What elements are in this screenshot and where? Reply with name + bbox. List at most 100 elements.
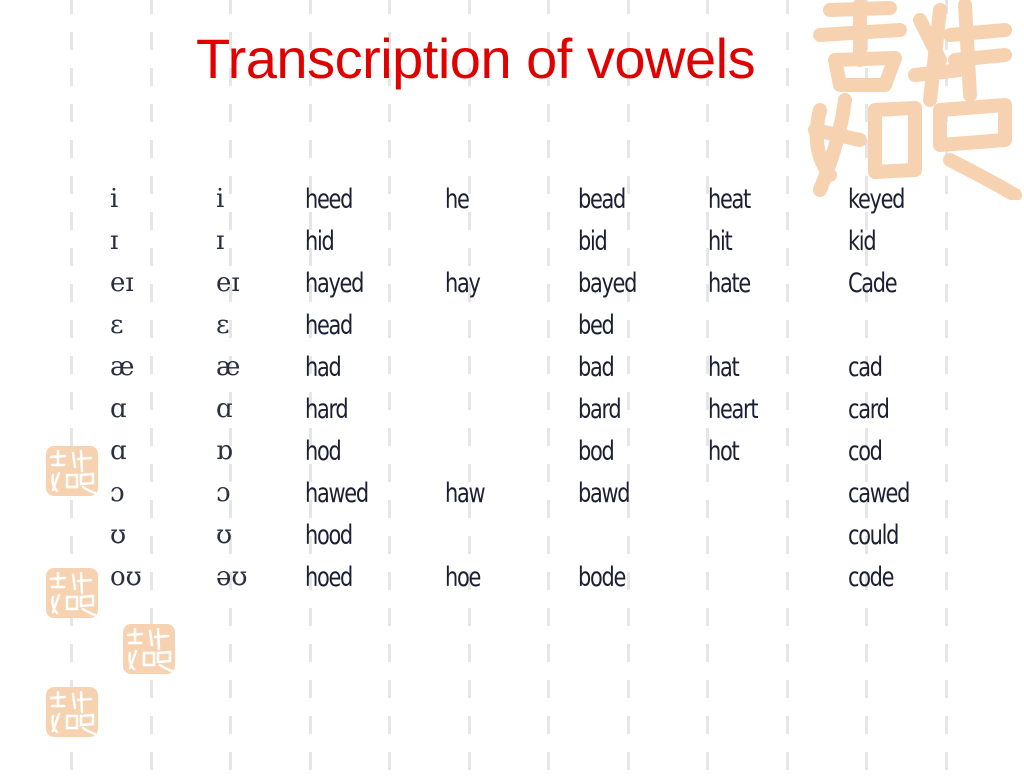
table-row: ʊ ʊ hood could [110, 514, 948, 556]
cell-ipa-symbol-british: ʊ [216, 520, 233, 550]
cell-word-b-d: bad [578, 346, 708, 388]
cell-word-h: hay [445, 262, 578, 304]
cell-word-h-d: hod [305, 430, 445, 472]
cell-word-h-t [708, 472, 848, 514]
cell-word-h [445, 220, 578, 262]
cell-word-b-d: bawd [578, 472, 708, 514]
table-row: ɛ ɛ head bed [110, 304, 948, 346]
cell-text: cod [848, 435, 883, 467]
cell-text: heed [305, 183, 353, 215]
cell-text: card [848, 393, 890, 425]
cell-ipa-symbol: eɪ [110, 268, 134, 298]
cell-word-h-t [708, 304, 848, 346]
cell-text: haw [445, 477, 486, 509]
cell-word-k-d: Cade [848, 262, 948, 304]
cell-word-b-d: bead [578, 178, 708, 220]
cell-text: he [445, 183, 470, 215]
cell-word-b-d: bode [578, 556, 708, 598]
cell-ipa-symbol-british: ɛ [216, 310, 230, 340]
cell-ipa-symbol: ɑ [110, 394, 127, 424]
table-row: oʊ əʊ hoed hoe bode code [110, 556, 948, 598]
cell-word-b-d: bid [578, 220, 708, 262]
cell-word-h [445, 388, 578, 430]
cell-word-h: hoe [445, 556, 578, 598]
cell-word-b-d: bod [578, 430, 708, 472]
table-row: ɔ ɔ hawed haw bawd cawed [110, 472, 948, 514]
table-row: i i heed he bead heat keyed [110, 178, 948, 220]
cell-text: bard [578, 393, 622, 425]
cell-text: hid [305, 225, 335, 257]
cell-word-h [445, 346, 578, 388]
cell-word-k-d: could [848, 514, 948, 556]
cell-word-h-d: hoed [305, 556, 445, 598]
chinese-seal-watermark-large [808, 0, 1022, 200]
cell-text: hawed [305, 477, 369, 509]
cell-text: kid [848, 225, 877, 257]
cell-word-k-d: cad [848, 346, 948, 388]
chinese-seal-watermark-small [123, 624, 175, 674]
cell-ipa-symbol-british: ɑ [216, 394, 233, 424]
cell-text: hod [305, 435, 342, 467]
cell-word-h-d: hayed [305, 262, 445, 304]
cell-word-h-d: hood [305, 514, 445, 556]
chinese-seal-watermark-small [46, 568, 98, 618]
cell-text: head [305, 309, 353, 341]
cell-text: hard [305, 393, 349, 425]
cell-word-h-t: heat [708, 178, 848, 220]
cell-text: hay [445, 267, 481, 299]
cell-ipa-symbol: ɑ [110, 436, 127, 466]
chinese-seal-watermark-small [46, 687, 98, 737]
cell-word-h-t: hat [708, 346, 848, 388]
cell-text: bad [578, 351, 615, 383]
table-row: ɑ ɒ hod bod hot cod [110, 430, 948, 472]
cell-text: bayed [578, 267, 637, 299]
slide-title: Transcription of vowels [196, 27, 756, 90]
cell-word-h-t [708, 514, 848, 556]
table-row: eɪ eɪ hayed hay bayed hate Cade [110, 262, 948, 304]
cell-word-h: he [445, 178, 578, 220]
cell-word-h-t: hot [708, 430, 848, 472]
cell-word-b-d: bard [578, 388, 708, 430]
cell-word-h-d: hawed [305, 472, 445, 514]
cell-word-h-t: heart [708, 388, 848, 430]
cell-word-k-d: card [848, 388, 948, 430]
cell-ipa-symbol: i [110, 184, 119, 214]
cell-ipa-symbol-british: ɔ [216, 478, 231, 508]
table-row: ɪ ɪ hid bid hit kid [110, 220, 948, 262]
cell-word-h-d: hid [305, 220, 445, 262]
dash-line [70, 0, 73, 776]
cell-text: cawed [848, 477, 910, 509]
table-row: ɑ ɑ hard bard heart card [110, 388, 948, 430]
cell-ipa-symbol: oʊ [110, 562, 142, 592]
cell-text: bead [578, 183, 626, 215]
cell-word-h [445, 514, 578, 556]
cell-text: hoed [305, 561, 353, 593]
cell-text: hoe [445, 561, 481, 593]
vowel-transcription-table: i i heed he bead heat keyed ɪ ɪ hid bid hit kid eɪ eɪ h… [110, 178, 948, 598]
cell-ipa-symbol-british: əʊ [216, 562, 248, 592]
cell-word-h-d: hard [305, 388, 445, 430]
cell-text: cad [848, 351, 883, 383]
cell-word-h [445, 304, 578, 346]
cell-word-h-t [708, 556, 848, 598]
cell-text: Cade [848, 267, 898, 299]
cell-text: code [848, 561, 895, 593]
cell-word-b-d: bayed [578, 262, 708, 304]
cell-text: had [305, 351, 342, 383]
cell-word-k-d: kid [848, 220, 948, 262]
cell-ipa-symbol: ɔ [110, 478, 125, 508]
cell-ipa-symbol-british: i [216, 184, 225, 214]
cell-word-h-d: heed [305, 178, 445, 220]
cell-ipa-symbol: ɪ [110, 226, 119, 256]
cell-ipa-symbol-british: eɪ [216, 268, 240, 298]
cell-ipa-symbol: ʊ [110, 520, 127, 550]
cell-word-h-d: head [305, 304, 445, 346]
cell-text: could [848, 519, 899, 551]
cell-text: hit [708, 225, 733, 257]
cell-word-b-d [578, 514, 708, 556]
cell-word-b-d: bed [578, 304, 708, 346]
cell-text: bawd [578, 477, 631, 509]
cell-word-h-t: hate [708, 262, 848, 304]
cell-text: hot [708, 435, 740, 467]
cell-text: bed [578, 309, 615, 341]
